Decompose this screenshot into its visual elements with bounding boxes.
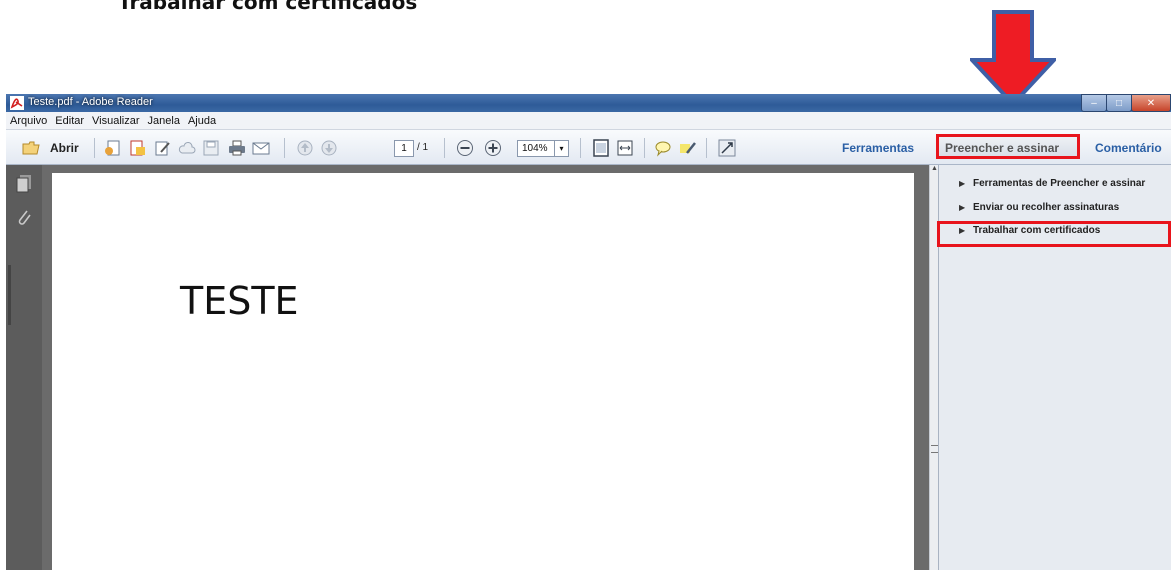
close-button[interactable]: ✕ bbox=[1131, 94, 1171, 112]
tab-fill-and-sign-label: Preencher e assinar bbox=[945, 141, 1060, 155]
menu-janela[interactable]: Janela bbox=[144, 115, 184, 127]
cloud-icon bbox=[178, 142, 196, 154]
toolbar-separator bbox=[284, 138, 285, 158]
tab-comment[interactable]: Comentário bbox=[1095, 141, 1162, 155]
zoom-out-button[interactable] bbox=[456, 139, 474, 157]
zoom-value: 104% bbox=[522, 143, 548, 154]
zoom-in-button[interactable] bbox=[484, 139, 502, 157]
expand-triangle-icon: ▶ bbox=[959, 226, 966, 235]
edit-pdf-button[interactable] bbox=[154, 139, 172, 157]
menu-bar: Arquivo Editar Visualizar Janela Ajuda bbox=[6, 112, 1171, 130]
panel-item-label: Trabalhar com certificados bbox=[973, 225, 1101, 236]
expand-icon bbox=[718, 139, 736, 157]
save-disk-icon bbox=[203, 140, 219, 156]
open-label[interactable]: Abrir bbox=[50, 141, 79, 155]
paperclip-icon[interactable] bbox=[14, 207, 34, 227]
adobe-pdf-icon bbox=[10, 96, 24, 110]
menu-ajuda[interactable]: Ajuda bbox=[184, 115, 220, 127]
previous-page-button[interactable] bbox=[296, 139, 314, 157]
create-pdf-button[interactable] bbox=[104, 139, 122, 157]
page-total: / 1 bbox=[417, 142, 429, 153]
page-content-text: TESTE bbox=[180, 279, 299, 323]
combine-pdf-icon bbox=[130, 140, 145, 156]
envelope-icon bbox=[252, 142, 270, 155]
scrollbar-grip[interactable] bbox=[931, 445, 938, 453]
adobe-reader-window: Teste.pdf - Adobe Reader – □ ✕ Arquivo E… bbox=[6, 94, 1171, 570]
toolbar-separator bbox=[644, 138, 645, 158]
caption-title: Trabalhar com certificados bbox=[118, 0, 418, 14]
window-title: Teste.pdf - Adobe Reader bbox=[28, 96, 153, 108]
fit-width-icon bbox=[617, 140, 633, 156]
menu-visualizar[interactable]: Visualizar bbox=[88, 115, 144, 127]
window-controls: – □ ✕ bbox=[1081, 94, 1171, 112]
add-comment-button[interactable] bbox=[654, 139, 672, 157]
toolbar: Abrir 1 / 1 104% ▾ Ferramentas Preencher… bbox=[6, 130, 1171, 165]
create-pdf-icon bbox=[105, 140, 120, 156]
chevron-down-icon[interactable]: ▾ bbox=[554, 141, 568, 156]
email-button[interactable] bbox=[252, 139, 270, 157]
arrow-up-circle-icon bbox=[297, 140, 313, 156]
fit-page-button[interactable] bbox=[592, 139, 610, 157]
title-bar: Teste.pdf - Adobe Reader – □ ✕ bbox=[6, 94, 1171, 112]
expand-triangle-icon: ▶ bbox=[959, 179, 966, 188]
panel-item-label: Ferramentas de Preencher e assinar bbox=[973, 178, 1146, 189]
fit-page-icon bbox=[593, 139, 609, 157]
fill-and-sign-panel: ▶ Ferramentas de Preencher e assinar ▶ E… bbox=[937, 165, 1171, 570]
panel-item-fill-sign-tools[interactable]: ▶ Ferramentas de Preencher e assinar bbox=[939, 175, 1171, 195]
next-page-button[interactable] bbox=[320, 139, 338, 157]
navigation-pane bbox=[6, 165, 42, 570]
fullscreen-button[interactable] bbox=[718, 139, 736, 157]
panel-item-work-with-certificates[interactable]: ▶ Trabalhar com certificados bbox=[937, 221, 1171, 247]
fit-width-button[interactable] bbox=[616, 139, 634, 157]
combine-pdf-button[interactable] bbox=[129, 139, 147, 157]
edit-pencil-icon bbox=[155, 141, 170, 156]
save-button[interactable] bbox=[202, 139, 220, 157]
page-number-input[interactable]: 1 bbox=[394, 140, 414, 157]
red-down-arrow-icon bbox=[970, 10, 1056, 106]
toolbar-separator bbox=[706, 138, 707, 158]
highlighter-icon bbox=[680, 142, 696, 154]
tab-tools[interactable]: Ferramentas bbox=[842, 141, 914, 155]
zoom-in-icon bbox=[485, 140, 501, 156]
document-area: TESTE bbox=[42, 165, 929, 570]
speech-bubble-icon bbox=[655, 141, 671, 157]
nav-pane-splitter[interactable] bbox=[8, 265, 11, 325]
panel-item-label: Enviar ou recolher assinaturas bbox=[973, 202, 1120, 213]
page-thumbnails-icon[interactable] bbox=[14, 173, 34, 193]
pdf-page: TESTE bbox=[52, 173, 914, 570]
arrow-down-circle-icon bbox=[321, 140, 337, 156]
minimize-button[interactable]: – bbox=[1081, 94, 1107, 112]
toolbar-separator bbox=[94, 138, 95, 158]
toolbar-separator bbox=[580, 138, 581, 158]
print-button[interactable] bbox=[228, 139, 246, 157]
toolbar-separator bbox=[444, 138, 445, 158]
maximize-button[interactable]: □ bbox=[1106, 94, 1132, 112]
menu-arquivo[interactable]: Arquivo bbox=[6, 115, 51, 127]
tab-fill-and-sign[interactable]: Preencher e assinar bbox=[936, 134, 1080, 159]
zoom-out-icon bbox=[457, 140, 473, 156]
cloud-upload-button[interactable] bbox=[178, 139, 196, 157]
folder-icon bbox=[22, 141, 40, 155]
highlight-button[interactable] bbox=[679, 139, 697, 157]
menu-editar[interactable]: Editar bbox=[51, 115, 88, 127]
expand-triangle-icon: ▶ bbox=[959, 203, 966, 212]
panel-item-send-collect-signatures[interactable]: ▶ Enviar ou recolher assinaturas bbox=[939, 199, 1171, 219]
printer-icon bbox=[229, 140, 245, 156]
open-button[interactable] bbox=[22, 139, 40, 157]
zoom-select[interactable]: 104% ▾ bbox=[517, 140, 569, 157]
